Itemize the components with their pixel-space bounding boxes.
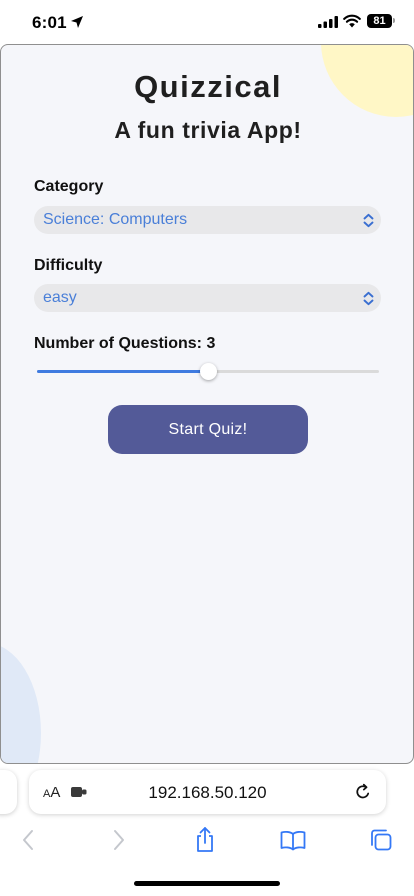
page-title: Quizzical xyxy=(134,69,282,104)
signal-icon xyxy=(318,16,338,28)
share-icon[interactable] xyxy=(191,826,219,854)
difficulty-value: easy xyxy=(43,289,77,306)
battery-icon: 81 xyxy=(367,14,392,28)
question-count-label: Number of Questions: 3 xyxy=(34,335,216,352)
difficulty-label: Difficulty xyxy=(34,257,103,274)
tabs-icon[interactable] xyxy=(367,826,395,854)
question-count-slider[interactable] xyxy=(37,361,379,383)
home-indicator xyxy=(134,881,280,886)
difficulty-select[interactable]: easy xyxy=(34,284,381,312)
slider-fill xyxy=(37,370,208,373)
browser-toolbar xyxy=(0,822,414,862)
wifi-icon xyxy=(343,14,361,28)
chevron-up-down-icon xyxy=(363,291,374,306)
page-subtitle: A fun trivia App! xyxy=(114,117,302,143)
decorative-blob-bottom xyxy=(1,643,41,763)
reload-icon[interactable] xyxy=(354,783,372,801)
battery-tip xyxy=(393,18,395,23)
start-quiz-button[interactable]: Start Quiz! xyxy=(108,405,308,454)
phone-screen: 6:01 81 Quizzical A fun trivia App! Cate… xyxy=(0,0,414,896)
back-icon[interactable] xyxy=(15,826,43,854)
location-arrow-icon xyxy=(71,16,83,28)
category-label: Category xyxy=(34,178,104,195)
address-bar[interactable]: AA 192.168.50.120 xyxy=(29,770,386,814)
slider-thumb[interactable] xyxy=(199,363,217,380)
web-page: Quizzical A fun trivia App! Category Sci… xyxy=(0,44,414,764)
status-time: 6:01 xyxy=(32,13,67,32)
previous-tab-edge[interactable] xyxy=(0,770,17,814)
category-select[interactable]: Science: Computers xyxy=(34,206,381,234)
forward-icon[interactable] xyxy=(104,826,132,854)
category-value: Science: Computers xyxy=(43,211,188,228)
chevron-up-down-icon xyxy=(363,213,374,228)
status-bar: 6:01 81 xyxy=(0,0,414,44)
url-text[interactable]: 192.168.50.120 xyxy=(29,783,386,803)
bookmarks-icon[interactable] xyxy=(279,826,307,854)
